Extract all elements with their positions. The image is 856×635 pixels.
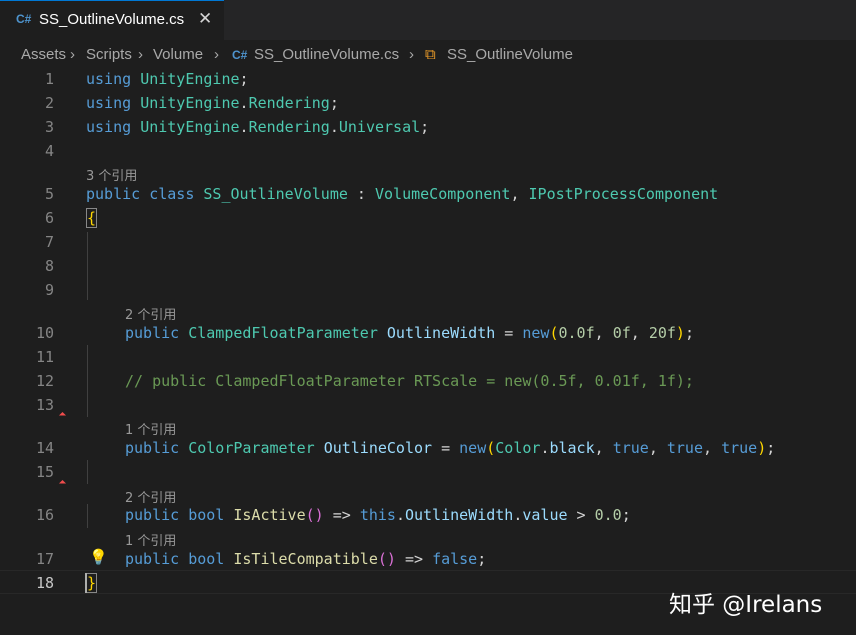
- code-lens-references[interactable]: 2 个引用: [125, 304, 176, 323]
- chevron-right-icon: ›: [70, 46, 75, 63]
- line-number: 10: [35, 324, 54, 342]
- watermark: 知乎 @Irelans: [669, 592, 823, 618]
- editor-tab[interactable]: C# SS_OutlineVolume.cs ✕: [0, 0, 224, 40]
- code-text: public bool IsActive() => this.OutlineWi…: [125, 506, 631, 524]
- line-number: 14: [35, 439, 54, 457]
- line-number: 15: [35, 463, 54, 481]
- breadcrumb-item-file[interactable]: SS_OutlineVolume.cs: [254, 46, 399, 63]
- line-number: 16: [35, 506, 54, 524]
- code-line[interactable]: 5 public class SS_OutlineVolume : Volume…: [0, 183, 856, 207]
- line-number: 11: [35, 348, 54, 366]
- line-number: 1: [44, 70, 54, 88]
- line-number: 18: [35, 574, 54, 592]
- code-text: public ClampedFloatParameter OutlineWidt…: [125, 324, 694, 342]
- code-line[interactable]: 13: [0, 394, 856, 418]
- tab-bar: C# SS_OutlineVolume.cs ✕: [0, 0, 856, 40]
- breadcrumb-item-volume[interactable]: Volume: [153, 46, 203, 63]
- breadcrumb: Assets › Scripts › Volume › C# SS_Outlin…: [0, 44, 856, 66]
- chevron-right-icon: ›: [214, 46, 219, 63]
- line-number: 7: [44, 233, 54, 251]
- code-lens-references[interactable]: 1 个引用: [125, 419, 176, 438]
- code-line[interactable]: 16 public bool IsActive() => this.Outlin…: [0, 504, 856, 528]
- code-line[interactable]: 4: [0, 140, 856, 164]
- line-number: 2: [44, 94, 54, 112]
- breadcrumb-item-class[interactable]: SS_OutlineVolume: [447, 46, 573, 63]
- code-text: }: [86, 573, 98, 593]
- line-number: 6: [44, 209, 54, 227]
- code-line[interactable]: 9: [0, 279, 856, 303]
- code-line[interactable]: 14 public ColorParameter OutlineColor = …: [0, 437, 856, 461]
- code-text: public class SS_OutlineVolume : VolumeCo…: [86, 185, 719, 203]
- code-lens-references[interactable]: 3 个引用: [86, 165, 137, 184]
- code-text: using UnityEngine.Rendering;: [86, 94, 339, 112]
- csharp-file-icon: C#: [16, 12, 32, 26]
- matching-bracket: }: [86, 573, 98, 593]
- code-line[interactable]: 8: [0, 255, 856, 279]
- breadcrumb-item-scripts[interactable]: Scripts: [86, 46, 132, 63]
- line-number: 5: [44, 185, 54, 203]
- code-line[interactable]: 11: [0, 346, 856, 370]
- chevron-right-icon: ›: [138, 46, 143, 63]
- code-line[interactable]: 1 using UnityEngine;: [0, 68, 856, 92]
- breadcrumb-item-assets[interactable]: Assets: [21, 46, 66, 63]
- code-line[interactable]: 15: [0, 461, 856, 485]
- csharp-file-icon: C#: [232, 48, 248, 62]
- code-line[interactable]: 7: [0, 231, 856, 255]
- text-cursor: [85, 573, 87, 593]
- code-line[interactable]: 12 // public ClampedFloatParameter RTSca…: [0, 370, 856, 394]
- code-lens-references[interactable]: 1 个引用: [125, 530, 176, 549]
- class-icon: ⧉: [425, 46, 436, 63]
- line-number: 17: [35, 550, 54, 568]
- code-comment: // public ClampedFloatParameter RTScale …: [125, 372, 694, 390]
- code-text: public ColorParameter OutlineColor = new…: [125, 439, 776, 457]
- code-line[interactable]: 10 public ClampedFloatParameter OutlineW…: [0, 322, 856, 346]
- code-line[interactable]: 17 public bool IsTileCompatible() => fal…: [0, 548, 856, 572]
- code-text: {: [86, 208, 98, 228]
- chevron-right-icon: ›: [409, 46, 414, 63]
- line-number: 9: [44, 281, 54, 299]
- code-text: public bool IsTileCompatible() => false;: [125, 550, 487, 568]
- line-number: 3: [44, 118, 54, 136]
- line-number: 8: [44, 257, 54, 275]
- code-line[interactable]: 2 using UnityEngine.Rendering;: [0, 92, 856, 116]
- matching-bracket: {: [86, 208, 98, 228]
- line-number: 13: [35, 396, 54, 414]
- tab-title: SS_OutlineVolume.cs: [39, 11, 185, 28]
- code-text: using UnityEngine;: [86, 70, 249, 88]
- lightbulb-icon[interactable]: 💡: [89, 548, 108, 566]
- code-line[interactable]: 3 using UnityEngine.Rendering.Universal;: [0, 116, 856, 140]
- line-number: 4: [44, 142, 54, 160]
- code-line[interactable]: 6 {: [0, 207, 856, 231]
- line-number: 12: [35, 372, 54, 390]
- code-text: using UnityEngine.Rendering.Universal;: [86, 118, 430, 136]
- close-icon[interactable]: ✕: [198, 9, 212, 29]
